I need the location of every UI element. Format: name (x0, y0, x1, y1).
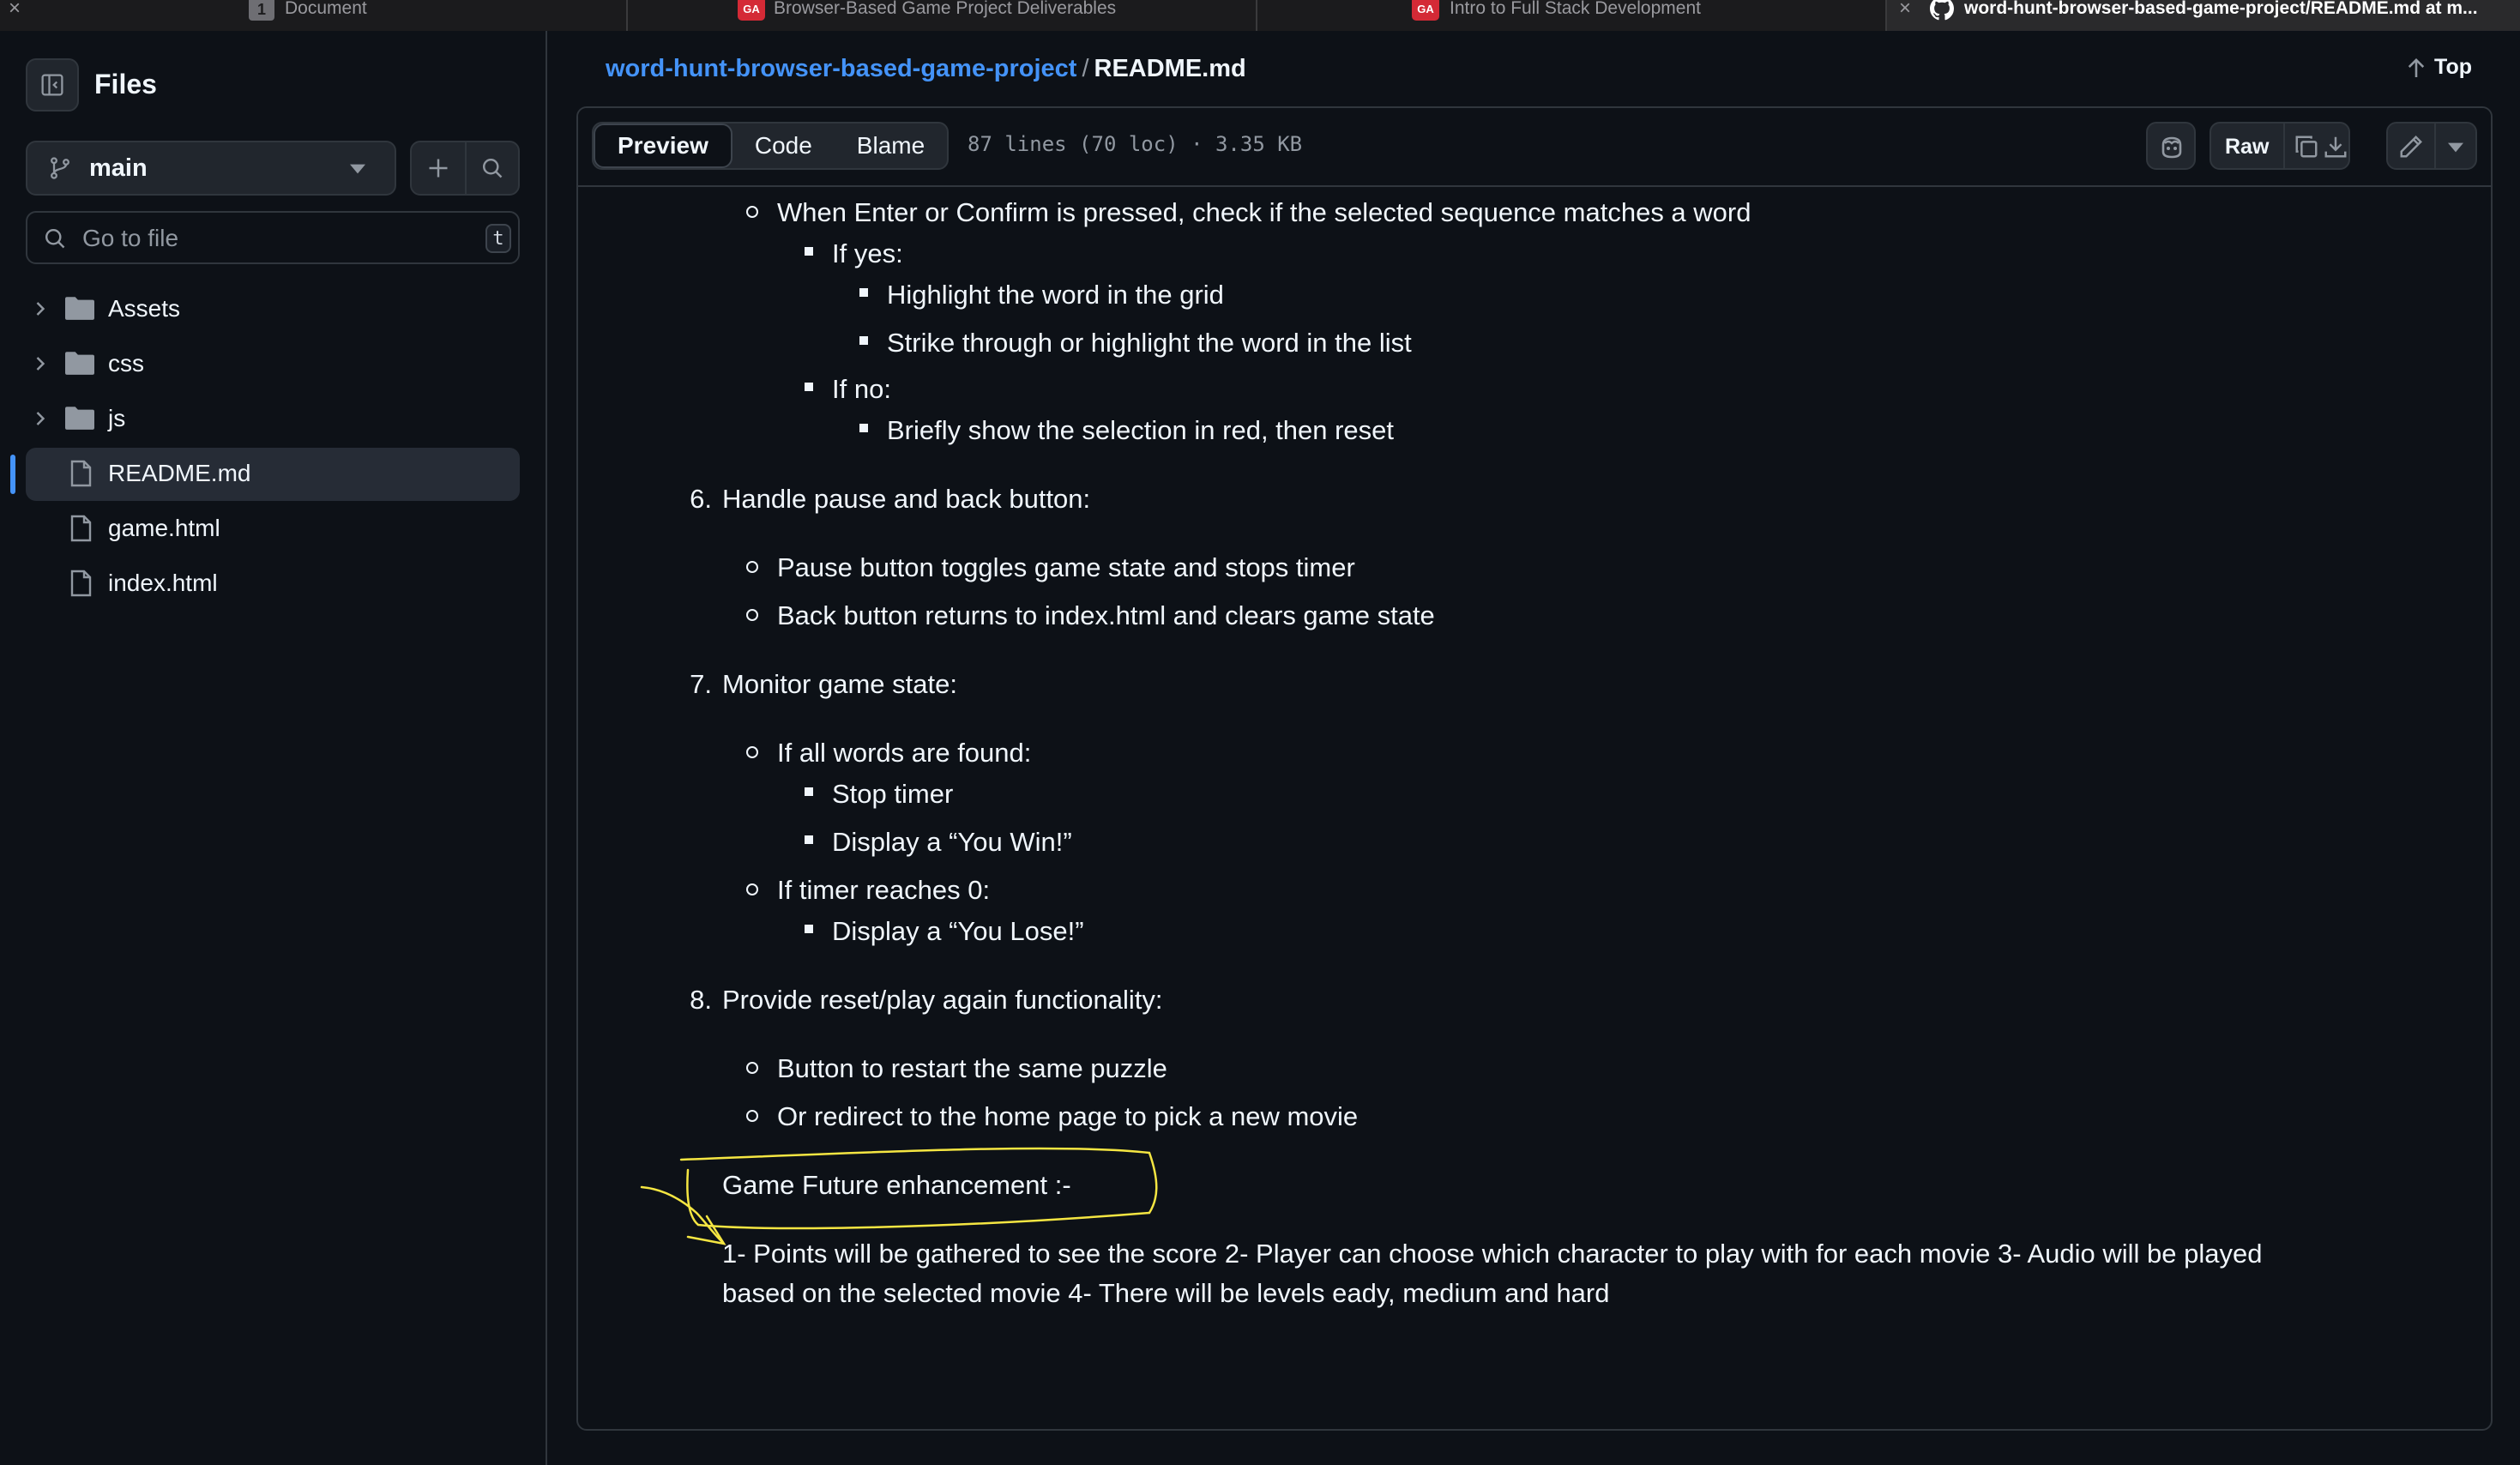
edit-button-group (2386, 122, 2477, 170)
close-tab-icon[interactable]: × (1899, 0, 1911, 21)
browser-tab-bar: × 1 Document GA Browser-Based Game Proje… (0, 0, 2520, 31)
tree-item-assets[interactable]: Assets (26, 283, 520, 336)
tree-item-label: README.md (108, 460, 251, 486)
tab-title: word-hunt-browser-based-game-project/REA… (1964, 0, 2478, 18)
raw-button[interactable]: Raw (2225, 135, 2269, 160)
folder-icon (65, 407, 94, 430)
tab-title: Browser-Based Game Project Deliverables (774, 0, 1117, 18)
tab-code[interactable]: Code (732, 124, 835, 168)
copilot-button[interactable] (2146, 122, 2196, 170)
caret-down-icon (350, 164, 365, 174)
copy-icon[interactable] (2294, 134, 2319, 160)
search-icon (45, 228, 65, 249)
file-actions-group (410, 141, 520, 196)
tab-title: Document (285, 0, 367, 18)
file-viewer: Preview Code Blame 87 lines (70 loc) · 3… (576, 106, 2493, 1431)
readme-preview: When Enter or Confirm is pressed, check … (578, 187, 2491, 1429)
tab-preview[interactable]: Preview (594, 124, 732, 168)
file-icon (70, 515, 92, 542)
tree-item-label: game.html (108, 515, 220, 541)
file-toolbar: Preview Code Blame 87 lines (70 loc) · 3… (578, 108, 2491, 187)
top-label: Top (2434, 55, 2472, 79)
collapse-sidebar-button[interactable] (26, 58, 79, 112)
tree-item-game-html[interactable]: game.html (26, 503, 520, 556)
handwritten-annotation (640, 1147, 1158, 1245)
divider (465, 142, 467, 194)
ga-favicon-icon: GA (1412, 0, 1439, 21)
divider (2283, 124, 2285, 168)
chevron-right-icon[interactable] (31, 352, 50, 376)
sidebar-title: Files (94, 69, 157, 99)
breadcrumb-file: README.md (1094, 55, 1246, 82)
branch-selector[interactable]: main (26, 141, 396, 196)
git-branch-icon (51, 157, 69, 179)
browser-tab-readme[interactable]: × word-hunt-browser-based-game-project/R… (1887, 0, 2520, 31)
raw-copy-download-group: Raw (2210, 122, 2350, 170)
tree-item-label: index.html (108, 570, 218, 596)
plus-icon[interactable] (426, 156, 450, 180)
file-tree-sidebar: Files main Go to file t Assets css js RE… (0, 31, 547, 1465)
tree-item-css[interactable]: css (26, 338, 520, 391)
tab-number-badge: 1 (249, 0, 274, 21)
breadcrumb-separator: / (1082, 55, 1089, 82)
file-icon (70, 460, 92, 487)
arrow-up-icon (2408, 57, 2425, 77)
tree-item-readme[interactable]: README.md (10, 448, 520, 501)
folder-icon (65, 297, 94, 320)
back-to-top-button[interactable]: Top (2407, 55, 2472, 80)
file-meta-info: 87 lines (70 loc) · 3.35 KB (968, 132, 1303, 156)
breadcrumb: word-hunt-browser-based-game-project / REA… (606, 55, 1246, 83)
tab-title: Intro to Full Stack Development (1450, 0, 1701, 18)
search-icon[interactable] (480, 156, 504, 180)
tree-item-label: css (108, 350, 144, 377)
tab-blame[interactable]: Blame (835, 124, 947, 168)
main-content: word-hunt-browser-based-game-project / REA… (576, 31, 2493, 1465)
ga-favicon-icon: GA (738, 0, 765, 21)
sidebar-collapse-icon (41, 74, 63, 96)
github-icon (1930, 0, 1954, 21)
tree-item-js[interactable]: js (26, 393, 520, 446)
selected-indicator (10, 455, 15, 494)
file-icon (70, 570, 92, 597)
chevron-right-icon[interactable] (31, 407, 50, 431)
caret-down-icon[interactable] (2448, 142, 2463, 153)
go-to-file-input[interactable]: Go to file t (26, 211, 520, 264)
chevron-right-icon[interactable] (31, 297, 50, 321)
view-mode-tabs: Preview Code Blame (592, 122, 950, 170)
copilot-icon (2161, 136, 2182, 159)
tree-item-label: Assets (108, 295, 181, 322)
folder-icon (65, 352, 94, 375)
go-to-file-placeholder: Go to file (82, 225, 179, 251)
download-icon[interactable] (2323, 134, 2348, 160)
browser-tab-project-deliverables[interactable]: GA Browser-Based Game Project Deliverabl… (628, 0, 1257, 31)
tree-item-label: js (108, 405, 126, 431)
branch-name: main (89, 154, 148, 182)
divider (2434, 124, 2436, 168)
browser-tab-full-stack[interactable]: GA Intro to Full Stack Development (1257, 0, 1887, 31)
tree-item-index-html[interactable]: index.html (26, 558, 520, 611)
browser-tab-document[interactable]: 1 Document (0, 0, 628, 31)
keyboard-shortcut-hint: t (485, 224, 511, 253)
pencil-icon[interactable] (2398, 134, 2424, 160)
breadcrumb-repo-link[interactable]: word-hunt-browser-based-game-project (606, 55, 1076, 82)
